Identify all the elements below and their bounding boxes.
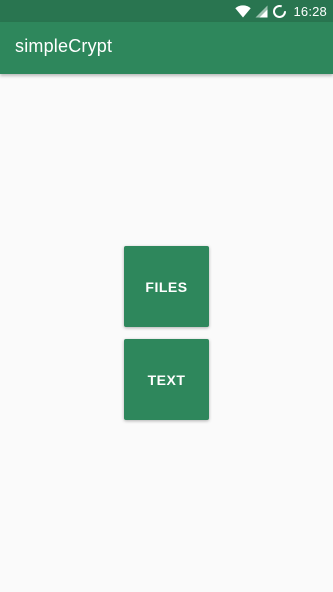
text-button[interactable]: TEXT — [124, 339, 209, 420]
cell-signal-icon — [255, 5, 268, 18]
status-time: 16:28 — [293, 3, 327, 19]
status-bar: 16:28 — [0, 0, 333, 22]
status-icons: 16:28 — [235, 0, 327, 22]
wifi-icon — [235, 4, 252, 18]
files-button[interactable]: FILES — [124, 246, 209, 327]
sync-icon — [272, 4, 287, 19]
app-title: simpleCrypt — [15, 36, 113, 56]
app-bar: simpleCrypt — [0, 22, 333, 74]
